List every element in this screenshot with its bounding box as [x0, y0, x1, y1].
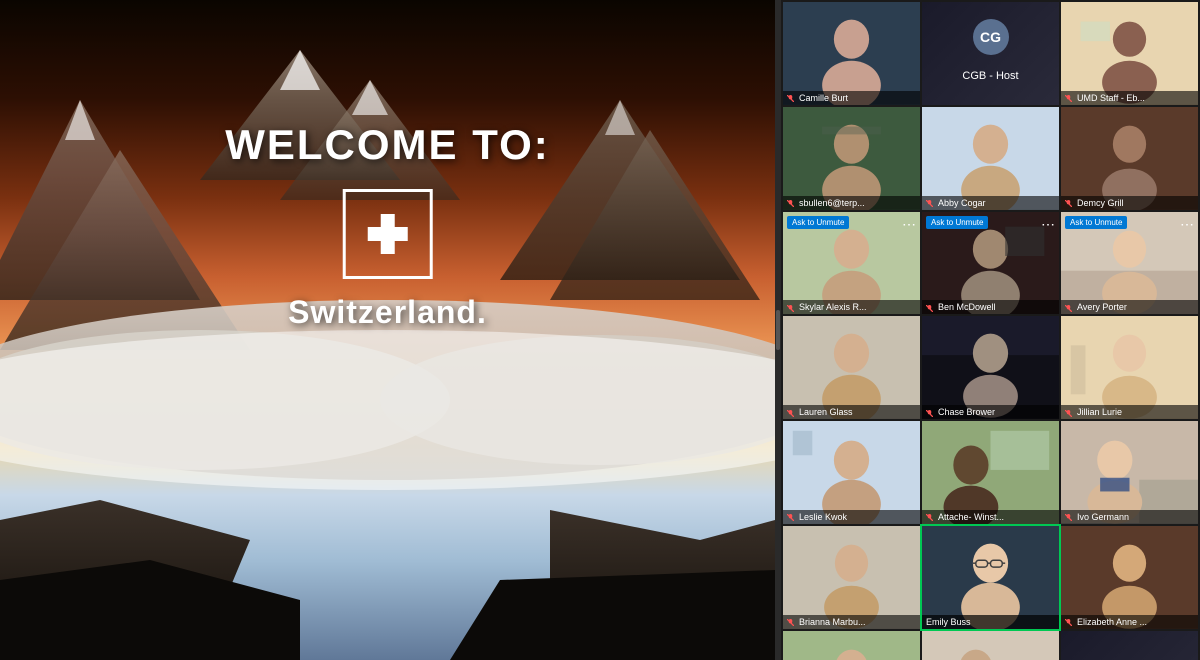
- participants-grid: Camille Burt CG CGB - Host UMD Staff - E…: [781, 0, 1200, 660]
- mute-icon: [1065, 304, 1072, 311]
- mute-icon: [787, 304, 794, 311]
- mute-icon: [787, 513, 794, 520]
- participant-tile[interactable]: Ask to Unmute ⋯ Avery Porter: [1061, 212, 1198, 315]
- participant-label: Skylar Alexis R...: [783, 300, 920, 314]
- participant-tile[interactable]: sbullen6@terp...: [783, 107, 920, 210]
- mute-icon: [926, 409, 933, 416]
- participant-tile[interactable]: Attache- Winst...: [922, 421, 1059, 524]
- mute-icon: [926, 513, 933, 520]
- participant-name: CGB - Host: [957, 64, 1023, 88]
- ask-unmute-badge[interactable]: Ask to Unmute: [926, 216, 988, 229]
- participant-label: Leslie Kwok: [783, 510, 920, 524]
- mute-icon: [1065, 409, 1072, 416]
- swiss-cross-icon: [363, 209, 413, 259]
- mute-icon: [787, 409, 794, 416]
- participant-tile[interactable]: CG CGB - Host: [922, 2, 1059, 105]
- swiss-cross-box: [343, 189, 433, 279]
- presentation-slide: WELCOME TO: Switzerland.: [0, 0, 775, 660]
- participant-label: Ben McDowell: [922, 300, 1059, 314]
- divider-handle: [776, 310, 780, 350]
- more-options-button[interactable]: ⋯: [1180, 216, 1194, 233]
- participant-label: UMD Staff - Eb...: [1061, 91, 1198, 105]
- mute-icon: [787, 618, 794, 625]
- country-label: Switzerland.: [288, 294, 487, 331]
- participant-tile[interactable]: Geoffrey Mason...: [1061, 631, 1198, 660]
- participant-tile[interactable]: Brianna Marbu...: [783, 526, 920, 629]
- more-options-button[interactable]: ⋯: [1041, 216, 1055, 233]
- participant-label: Chase Brower: [922, 405, 1059, 419]
- participant-tile[interactable]: Leslie Kwok: [783, 421, 920, 524]
- participant-label: Brianna Marbu...: [783, 615, 920, 629]
- participant-tile[interactable]: Demcy Grill: [1061, 107, 1198, 210]
- avatar: CG: [973, 19, 1009, 55]
- mute-icon: [926, 199, 933, 206]
- participant-label: Abby Cogar: [922, 196, 1059, 210]
- participant-label: Elizabeth Anne ...: [1061, 615, 1198, 629]
- participant-tile[interactable]: Joanna Kwok: [783, 631, 920, 660]
- participant-tile[interactable]: UMD Staff - Eb...: [1061, 2, 1198, 105]
- participant-tile[interactable]: Zachary Meyers: [922, 631, 1059, 660]
- participant-tile[interactable]: Lauren Glass: [783, 316, 920, 419]
- participant-label: Ivo Germann: [1061, 510, 1198, 524]
- mute-icon: [787, 94, 794, 101]
- participant-tile[interactable]: Abby Cogar: [922, 107, 1059, 210]
- participant-tile[interactable]: Ask to Unmute ⋯ Ben McDowell: [922, 212, 1059, 315]
- ask-unmute-badge[interactable]: Ask to Unmute: [1065, 216, 1127, 229]
- participant-label: Demcy Grill: [1061, 196, 1198, 210]
- mute-icon: [1065, 94, 1072, 101]
- participant-label: Emily Buss: [922, 615, 1059, 629]
- more-options-button[interactable]: ⋯: [902, 216, 916, 233]
- mute-icon: [1065, 513, 1072, 520]
- participants-panel[interactable]: Camille Burt CG CGB - Host UMD Staff - E…: [781, 0, 1200, 660]
- participant-label: sbullen6@terp...: [783, 196, 920, 210]
- mute-icon: [787, 199, 794, 206]
- participant-label: Jillian Lurie: [1061, 405, 1198, 419]
- welcome-heading: WELCOME TO:: [225, 121, 550, 169]
- participant-tile[interactable]: Ivo Germann: [1061, 421, 1198, 524]
- participant-label: Attache- Winst...: [922, 510, 1059, 524]
- participant-label: Lauren Glass: [783, 405, 920, 419]
- participant-tile[interactable]: Ask to Unmute ⋯ Skylar Alexis R...: [783, 212, 920, 315]
- mute-icon: [1065, 618, 1072, 625]
- emily-buss-tile[interactable]: Emily Buss: [922, 526, 1059, 629]
- main-presentation-area: WELCOME TO: Switzerland.: [0, 0, 775, 660]
- participant-tile[interactable]: Chase Brower: [922, 316, 1059, 419]
- ask-unmute-badge[interactable]: Ask to Unmute: [787, 216, 849, 229]
- participant-tile[interactable]: Camille Burt: [783, 2, 920, 105]
- mute-icon: [926, 304, 933, 311]
- participant-label: Camille Burt: [783, 91, 920, 105]
- participant-tile[interactable]: Elizabeth Anne ...: [1061, 526, 1198, 629]
- mute-icon: [1065, 199, 1072, 206]
- welcome-text: WELCOME TO: Switzerland.: [225, 121, 550, 341]
- participant-tile[interactable]: Jillian Lurie: [1061, 316, 1198, 419]
- participant-label: Avery Porter: [1061, 300, 1198, 314]
